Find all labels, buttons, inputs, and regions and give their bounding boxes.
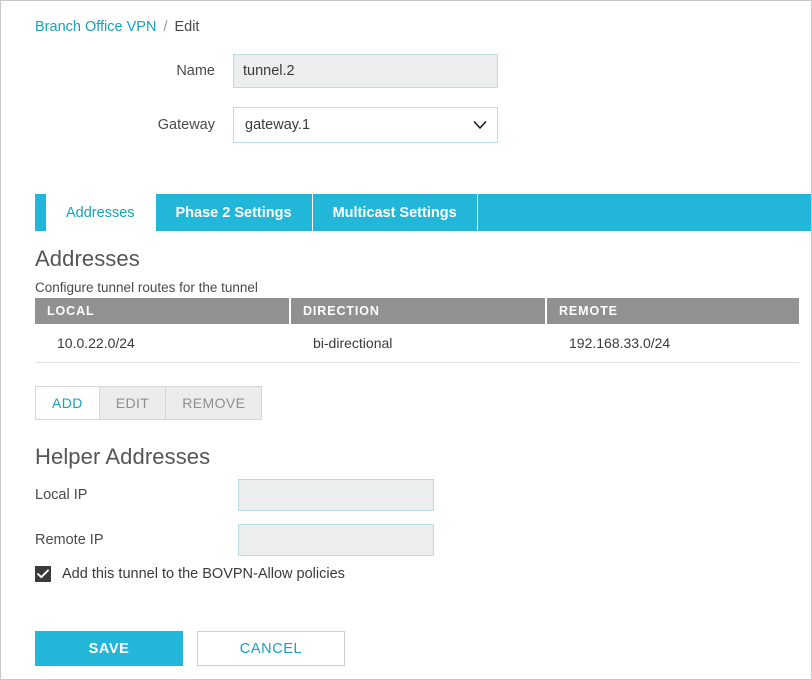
tabbar-filler: [478, 194, 811, 231]
tab-phase-2-settings[interactable]: Phase 2 Settings: [156, 194, 313, 231]
addresses-section-subtitle: Configure tunnel routes for the tunnel: [35, 280, 258, 295]
settings-tabbar: Addresses Phase 2 Settings Multicast Set…: [35, 194, 811, 231]
breadcrumb-separator: /: [163, 19, 167, 35]
tab-addresses-label: Addresses: [66, 205, 135, 221]
cell-remote: 192.168.33.0/24: [547, 335, 799, 351]
tab-multicast-settings-label: Multicast Settings: [333, 205, 457, 221]
breadcrumb-link-branch-office-vpn[interactable]: Branch Office VPN: [35, 19, 156, 35]
column-header-direction: DIRECTION: [291, 298, 547, 324]
name-label: Name: [1, 63, 233, 79]
table-header-row: LOCAL DIRECTION REMOTE: [35, 298, 799, 324]
remote-ip-input[interactable]: [238, 524, 434, 556]
gateway-field-row: Gateway gateway.1: [1, 108, 812, 142]
cell-direction: bi-directional: [291, 335, 547, 351]
bovpn-allow-policies-label: Add this tunnel to the BOVPN-Allow polic…: [62, 566, 345, 582]
cell-local: 10.0.22.0/24: [35, 335, 291, 351]
remote-ip-row: Remote IP: [35, 524, 435, 556]
column-header-remote: REMOTE: [547, 298, 799, 324]
local-ip-input[interactable]: [238, 479, 434, 511]
gateway-select[interactable]: gateway.1: [233, 107, 498, 143]
tabbar-lead-strip: [35, 194, 46, 231]
helper-addresses-title: Helper Addresses: [35, 444, 210, 470]
local-ip-row: Local IP: [35, 479, 435, 511]
cancel-button[interactable]: CANCEL: [197, 631, 345, 666]
remove-button: REMOVE: [166, 387, 261, 419]
add-button[interactable]: ADD: [36, 387, 100, 419]
tab-addresses[interactable]: Addresses: [46, 194, 156, 231]
branch-office-vpn-edit-page: Branch Office VPN / Edit Name Gateway gate…: [0, 0, 812, 680]
tunnel-routes-table: LOCAL DIRECTION REMOTE 10.0.22.0/24 bi-d…: [35, 298, 799, 363]
bovpn-allow-policies-checkbox-row[interactable]: Add this tunnel to the BOVPN-Allow polic…: [35, 566, 345, 582]
table-action-button-group: ADD EDIT REMOVE: [35, 386, 262, 420]
edit-button: EDIT: [100, 387, 167, 419]
footer-actions: SAVE CANCEL: [35, 631, 345, 666]
table-row[interactable]: 10.0.22.0/24 bi-directional 192.168.33.0…: [35, 324, 799, 363]
check-icon: [37, 569, 49, 579]
name-field-row: Name: [1, 54, 812, 88]
tab-phase-2-settings-label: Phase 2 Settings: [176, 205, 292, 221]
save-button[interactable]: SAVE: [35, 631, 183, 666]
name-input[interactable]: [233, 54, 498, 88]
breadcrumb-current-edit: Edit: [174, 19, 199, 35]
bovpn-allow-policies-checkbox[interactable]: [35, 566, 51, 582]
breadcrumb: Branch Office VPN / Edit: [35, 19, 199, 35]
remote-ip-label: Remote IP: [35, 532, 238, 548]
local-ip-label: Local IP: [35, 487, 238, 503]
gateway-selected-value: gateway.1: [234, 117, 310, 133]
tab-multicast-settings[interactable]: Multicast Settings: [313, 194, 478, 231]
gateway-label: Gateway: [1, 117, 233, 133]
chevron-down-icon: [473, 120, 487, 130]
addresses-section-title: Addresses: [35, 246, 140, 272]
column-header-local: LOCAL: [35, 298, 291, 324]
